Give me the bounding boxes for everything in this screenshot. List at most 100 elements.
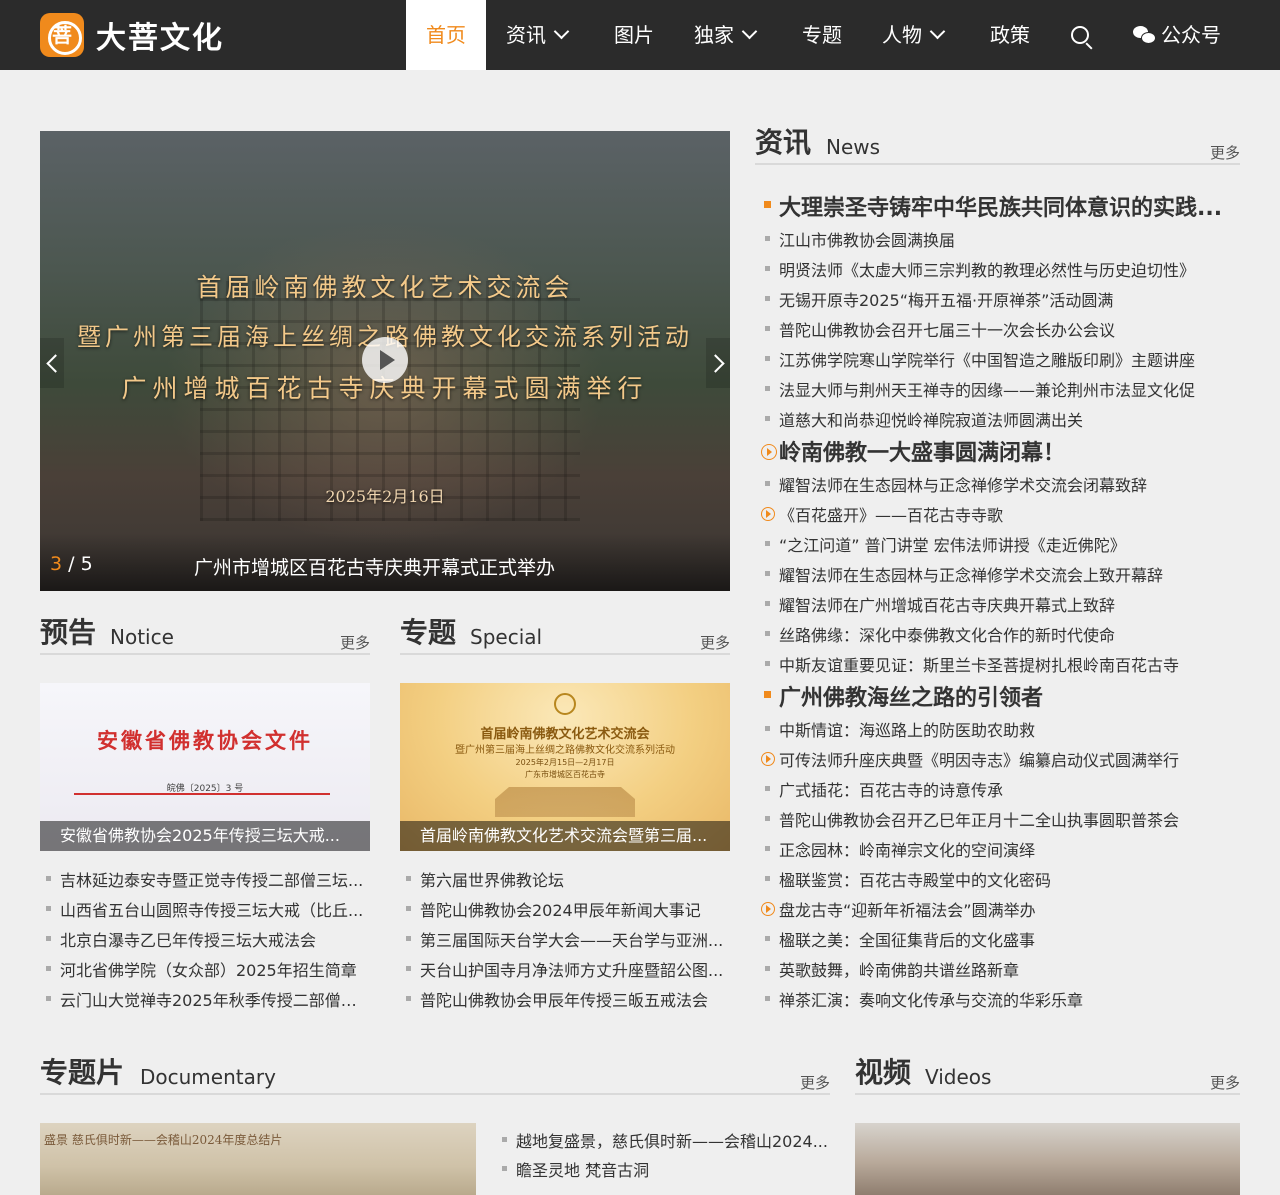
section-subtitle: Videos xyxy=(925,1065,992,1089)
chevron-down-icon xyxy=(929,23,946,40)
list-item[interactable]: 明贤法师《太虚大师三宗判教的教理必然性与历史迫切性》 xyxy=(759,257,1240,281)
videos-section-header: 视频 Videos 更多 xyxy=(855,1056,1240,1095)
list-item[interactable]: “之江问道” 普门讲堂 宏伟法师讲授《走近佛陀》 xyxy=(759,532,1240,556)
list-item[interactable]: 耀智法师在广州增城百花古寺庆典开幕式上致辞 xyxy=(759,592,1240,616)
list-item[interactable]: 广州佛教海丝之路的引领者 xyxy=(759,680,1240,712)
list-item[interactable]: 无锡开原寺2025“梅开五福·开原禅茶”活动圆满 xyxy=(759,287,1240,311)
card-caption: 首届岭南佛教文化艺术交流会暨第三届... xyxy=(400,821,730,851)
slide-heading: 首届岭南佛教文化艺术交流会 xyxy=(196,273,574,302)
nav-policy[interactable]: 政策 xyxy=(990,0,1030,70)
list-item[interactable]: 瞻圣灵地 梵音古洞 xyxy=(496,1157,830,1181)
list-item[interactable]: 丝路佛缘：深化中泰佛教文化合作的新时代使命 xyxy=(759,622,1240,646)
list-item[interactable]: 禅茶汇演：奏响文化传承与交流的华彩乐章 xyxy=(759,987,1240,1011)
list-item[interactable]: 广式插花：百花古寺的诗意传承 xyxy=(759,777,1240,801)
top-nav: 菩 大菩文化 首页 资讯 图片 独家 专题 人物 政策 公众号 xyxy=(0,0,1280,70)
list-item[interactable]: 耀智法师在生态园林与正念禅修学术交流会闭幕致辞 xyxy=(759,472,1240,496)
list-item[interactable]: 岭南佛教一大盛事圆满闭幕！ xyxy=(759,435,1240,467)
nav-topics[interactable]: 专题 xyxy=(802,0,842,70)
section-subtitle: Notice xyxy=(110,625,174,649)
slider-prev-button[interactable] xyxy=(40,338,64,388)
chevron-down-icon xyxy=(553,23,570,40)
list-item[interactable]: 中斯情谊：海巡路上的防医助农助救 xyxy=(759,717,1240,741)
slider-next-button[interactable] xyxy=(706,338,730,388)
notice-more-link[interactable]: 更多 xyxy=(340,632,370,653)
nav-photos[interactable]: 图片 xyxy=(614,0,654,70)
documentary-more-link[interactable]: 更多 xyxy=(800,1072,830,1093)
hero-slider[interactable]: 首届岭南佛教文化艺术交流会 暨广州第三届海上丝绸之路佛教文化交流系列活动 广州增… xyxy=(40,131,730,591)
list-item[interactable]: 正念园林：岭南禅宗文化的空间演绎 xyxy=(759,837,1240,861)
play-icon[interactable] xyxy=(362,337,408,383)
poster-date: 2025年2月15日—2月17日 xyxy=(515,758,615,767)
list-item[interactable]: 第六届世界佛教论坛 xyxy=(400,867,730,891)
slide-counter: 3 / 5 xyxy=(50,553,93,575)
list-item[interactable]: 可传法师升座庆典暨《明因寺志》编纂启动仪式圆满举行 xyxy=(759,747,1240,771)
list-item[interactable]: 云门山大觉禅寺2025年秋季传授二部僧三... xyxy=(40,987,370,1011)
section-title: 资讯 xyxy=(755,126,812,159)
news-section-header: 资讯 News 更多 xyxy=(755,126,1240,165)
section-title: 专题片 xyxy=(40,1056,125,1089)
list-item[interactable]: 楹联鉴赏：百花古寺殿堂中的文化密码 xyxy=(759,867,1240,891)
notice-feature-card[interactable]: 安徽省佛教协会文件 皖佛〔2025〕3 号 安徽省佛教协会2025年传授三坛大戒… xyxy=(40,683,370,851)
documentary-section-header: 专题片 Documentary 更多 xyxy=(40,1056,830,1095)
special-feature-card[interactable]: 首届岭南佛教文化艺术交流会 暨广州第三届海上丝绸之路佛教文化交流系列活动 202… xyxy=(400,683,730,851)
wechat-icon xyxy=(1133,26,1156,44)
list-item[interactable]: 大理崇圣寺铸牢中华民族共同体意识的实践... xyxy=(759,190,1240,222)
list-item[interactable]: 法显大师与荆州天王禅寺的因缘——兼论荆州市法显文化促 xyxy=(759,377,1240,401)
list-item[interactable]: 北京白瀑寺乙巳年传授三坛大戒法会 xyxy=(40,927,370,951)
list-item[interactable]: 楹联之美：全国征集背后的文化盛事 xyxy=(759,927,1240,951)
document-title: 安徽省佛教协会文件 xyxy=(97,728,313,753)
documentary-thumbnail[interactable]: 盛景 慈氏俱时新——会稽山2024年度总结片 xyxy=(40,1123,476,1195)
temple-illustration xyxy=(495,787,635,817)
search-icon[interactable] xyxy=(1071,26,1089,44)
list-item[interactable]: 普陀山佛教协会召开七届三十一次会长办公会议 xyxy=(759,317,1240,341)
notice-section-header: 预告 Notice 更多 xyxy=(40,616,370,655)
section-subtitle: Documentary xyxy=(140,1065,276,1089)
videos-more-link[interactable]: 更多 xyxy=(1210,1072,1240,1093)
slider-caption-bar: 3 / 5 广州市增城区百花古寺庆典开幕式正式举办 xyxy=(40,533,730,591)
list-item[interactable]: 普陀山佛教协会召开乙巳年正月十二全山执事圆职普茶会 xyxy=(759,807,1240,831)
divider xyxy=(74,793,330,795)
section-title: 视频 xyxy=(855,1056,912,1089)
nav-exclusive[interactable]: 独家 xyxy=(694,0,758,70)
dharma-wheel-icon xyxy=(554,693,576,715)
list-item[interactable]: 山西省五台山圆照寺传授三坛大戒（比丘... xyxy=(40,897,370,921)
list-item[interactable]: 道慈大和尚恭迎悦岭禅院寂道法师圆满出关 xyxy=(759,407,1240,431)
news-more-link[interactable]: 更多 xyxy=(1210,142,1240,163)
video-thumbnail[interactable] xyxy=(855,1123,1240,1195)
thumbnail-title: 盛景 慈氏俱时新——会稽山2024年度总结片 xyxy=(44,1133,283,1147)
section-title: 专题 xyxy=(400,616,457,649)
special-section-header: 专题 Special 更多 xyxy=(400,616,730,655)
section-subtitle: Special xyxy=(470,625,543,649)
list-item[interactable]: 英歌鼓舞，岭南佛韵共谱丝路新章 xyxy=(759,957,1240,981)
section-title: 预告 xyxy=(40,616,97,649)
poster-title: 首届岭南佛教文化艺术交流会 xyxy=(480,727,650,742)
poster-venue: 广东市增城区百花古寺 xyxy=(525,770,605,779)
nav-home[interactable]: 首页 xyxy=(406,0,486,70)
list-item[interactable]: 普陀山佛教协会甲辰年传授三皈五戒法会 xyxy=(400,987,730,1011)
list-item[interactable]: 吉林延边泰安寺暨正觉寺传授二部僧三坛... xyxy=(40,867,370,891)
section-subtitle: News xyxy=(826,135,881,159)
special-more-link[interactable]: 更多 xyxy=(700,632,730,653)
list-item[interactable]: 越地复盛景，慈氏俱时新——会稽山2024... xyxy=(496,1128,830,1152)
list-item[interactable]: 江山市佛教协会圆满换届 xyxy=(759,227,1240,251)
list-item[interactable]: 耀智法师在生态园林与正念禅修学术交流会上致开幕辞 xyxy=(759,562,1240,586)
list-item[interactable]: 江苏佛学院寒山学院举行《中国智造之雕版印刷》主题讲座 xyxy=(759,347,1240,371)
list-item[interactable]: 盘龙古寺“迎新年祈福法会”圆满举办 xyxy=(759,897,1240,921)
chevron-down-icon xyxy=(741,23,758,40)
nav-people[interactable]: 人物 xyxy=(882,0,946,70)
card-caption: 安徽省佛教协会2025年传授三坛大戒... xyxy=(40,821,370,851)
logo[interactable]: 菩 大菩文化 xyxy=(40,13,224,57)
list-item[interactable]: 第三届国际天台学大会——天台学与亚洲... xyxy=(400,927,730,951)
logo-icon: 菩 xyxy=(40,13,84,57)
list-item[interactable]: 天台山护国寺月净法师方丈升座暨韶公图... xyxy=(400,957,730,981)
slide-date: 2025年2月16日 xyxy=(325,487,445,506)
nav-wechat[interactable]: 公众号 xyxy=(1133,0,1221,70)
list-item[interactable]: 河北省佛学院（女众部）2025年招生简章 xyxy=(40,957,370,981)
slide-title[interactable]: 广州市增城区百花古寺庆典开幕式正式举办 xyxy=(194,553,555,580)
list-item[interactable]: 中斯友谊重要见证：斯里兰卡圣菩提树扎根岭南百花古寺 xyxy=(759,652,1240,676)
poster-subtitle: 暨广州第三届海上丝绸之路佛教文化交流系列活动 xyxy=(455,745,675,756)
site-name: 大菩文化 xyxy=(96,21,224,56)
list-item[interactable]: 《百花盛开》——百花古寺寺歌 xyxy=(759,502,1240,526)
list-item[interactable]: 普陀山佛教协会2024甲辰年新闻大事记 xyxy=(400,897,730,921)
nav-news[interactable]: 资讯 xyxy=(506,0,570,70)
